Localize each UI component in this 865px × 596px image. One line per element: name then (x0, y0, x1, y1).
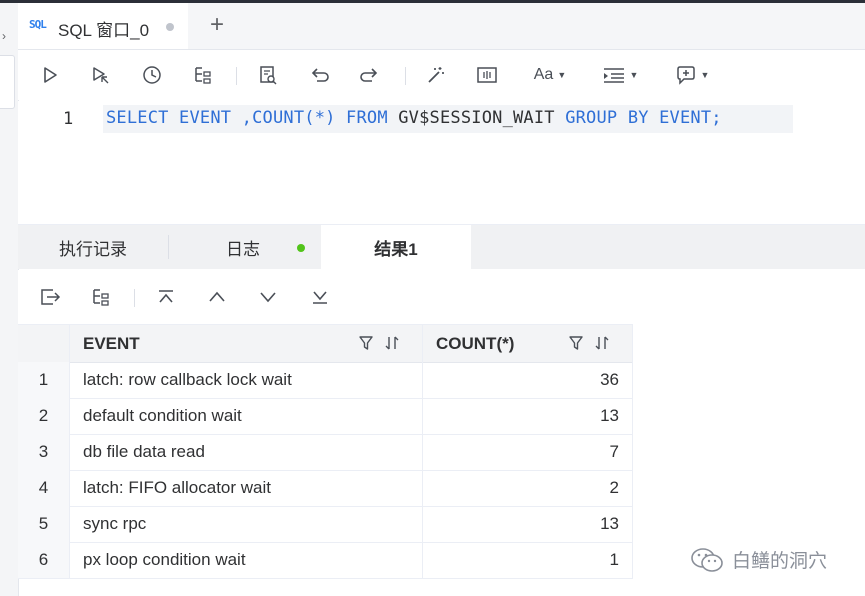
row-number: 5 (18, 506, 70, 542)
chevron-down-icon: ▼ (629, 70, 639, 80)
toolbar-divider (236, 67, 237, 85)
grid-header: EVENT COUNT(*) (18, 324, 633, 363)
event-cell[interactable]: default condition wait (70, 398, 423, 434)
tab-log[interactable]: 日志 (168, 225, 318, 269)
last-page-icon[interactable] (306, 283, 334, 311)
sort-icon[interactable] (594, 335, 610, 351)
row-number: 2 (18, 398, 70, 434)
plan-tree-icon[interactable] (191, 50, 215, 100)
tab-result-1[interactable]: 结果1 (321, 225, 471, 269)
preview-document-icon[interactable] (256, 50, 280, 100)
font-case-label: Aa (533, 66, 554, 83)
sort-icon[interactable] (384, 335, 400, 351)
count-cell[interactable]: 2 (423, 470, 633, 506)
explain-timer-icon[interactable] (140, 50, 164, 100)
sql-editor[interactable]: 1 SELECT EVENT ,COUNT(*) FROM GV$SESSION… (18, 101, 865, 225)
count-cell[interactable]: 36 (423, 362, 633, 398)
side-panel-tab[interactable] (0, 55, 15, 109)
table-row[interactable]: 4 latch: FIFO allocator wait 2 (18, 470, 633, 507)
row-number: 6 (18, 542, 70, 578)
format-magic-wand-icon[interactable] (424, 50, 448, 100)
event-cell[interactable]: db file data read (70, 434, 423, 470)
editor-tab-bar: SQL SQL 窗口_0 + (18, 3, 865, 50)
tab-log-label: 日志 (226, 239, 260, 259)
row-number-header (18, 325, 70, 362)
assistant-dropdown[interactable]: ▼ (668, 50, 716, 100)
event-cell[interactable]: sync rpc (70, 506, 423, 542)
column-label: COUNT(*) (436, 333, 515, 353)
result-toolbar (18, 270, 865, 324)
watermark-text: 白鳝的洞穴 (732, 551, 828, 572)
add-tab-plus-icon[interactable]: + (210, 11, 224, 39)
run-icon[interactable] (38, 50, 62, 100)
watermark: 白鳝的洞穴 (690, 546, 827, 573)
row-number: 1 (18, 362, 70, 398)
tree-view-icon[interactable] (87, 283, 115, 311)
chevron-down-icon: ▼ (700, 70, 710, 80)
row-number: 4 (18, 470, 70, 506)
sql-file-icon: SQL (29, 18, 47, 31)
count-cell[interactable]: 13 (423, 398, 633, 434)
table-row[interactable]: 5 sync rpc 13 (18, 506, 633, 543)
row-number: 3 (18, 434, 70, 470)
toolbar-divider (134, 289, 135, 307)
tab-history[interactable]: 执行记录 (18, 225, 168, 269)
editor-toolbar: Aa ▼ ▼ ▼ (18, 50, 865, 100)
first-page-icon[interactable] (152, 283, 180, 311)
font-case-dropdown[interactable]: Aa ▼ (526, 50, 574, 100)
filter-icon[interactable] (568, 335, 584, 351)
tab-close-dot-icon[interactable] (166, 23, 174, 31)
collapse-handle-icon[interactable]: › (2, 29, 6, 43)
previous-page-icon[interactable] (203, 283, 231, 311)
export-icon[interactable] (36, 283, 64, 311)
column-label: EVENT (83, 333, 140, 353)
event-cell[interactable]: latch: row callback lock wait (70, 362, 423, 398)
table-row[interactable]: 6 px loop condition wait 1 (18, 542, 633, 579)
table-row[interactable]: 2 default condition wait 13 (18, 398, 633, 435)
comment-block-icon[interactable] (475, 50, 499, 100)
left-side-panel: › (0, 3, 19, 596)
run-selected-icon[interactable] (89, 50, 113, 100)
tab-sql-window-0[interactable]: SQL SQL 窗口_0 (18, 3, 188, 49)
result-tab-bar: 执行记录 日志 结果1 (18, 225, 865, 269)
next-page-icon[interactable] (254, 283, 282, 311)
log-status-dot-icon (297, 244, 305, 252)
toolbar-divider (405, 67, 406, 85)
redo-icon[interactable] (358, 50, 382, 100)
tab-title: SQL 窗口_0 (58, 21, 150, 40)
indent-dropdown[interactable]: ▼ (596, 50, 644, 100)
chevron-down-icon: ▼ (557, 70, 567, 80)
line-number: 1 (63, 109, 74, 129)
table-row[interactable]: 1 latch: row callback lock wait 36 (18, 362, 633, 399)
filter-icon[interactable] (358, 335, 374, 351)
count-cell[interactable]: 1 (423, 542, 633, 578)
event-cell[interactable]: latch: FIFO allocator wait (70, 470, 423, 506)
count-cell[interactable]: 13 (423, 506, 633, 542)
sql-code-line[interactable]: SELECT EVENT ,COUNT(*) FROM GV$SESSION_W… (106, 108, 722, 128)
event-cell[interactable]: px loop condition wait (70, 542, 423, 578)
table-row[interactable]: 3 db file data read 7 (18, 434, 633, 471)
undo-icon[interactable] (307, 50, 331, 100)
wechat-logo-icon (691, 547, 723, 572)
count-cell[interactable]: 7 (423, 434, 633, 470)
